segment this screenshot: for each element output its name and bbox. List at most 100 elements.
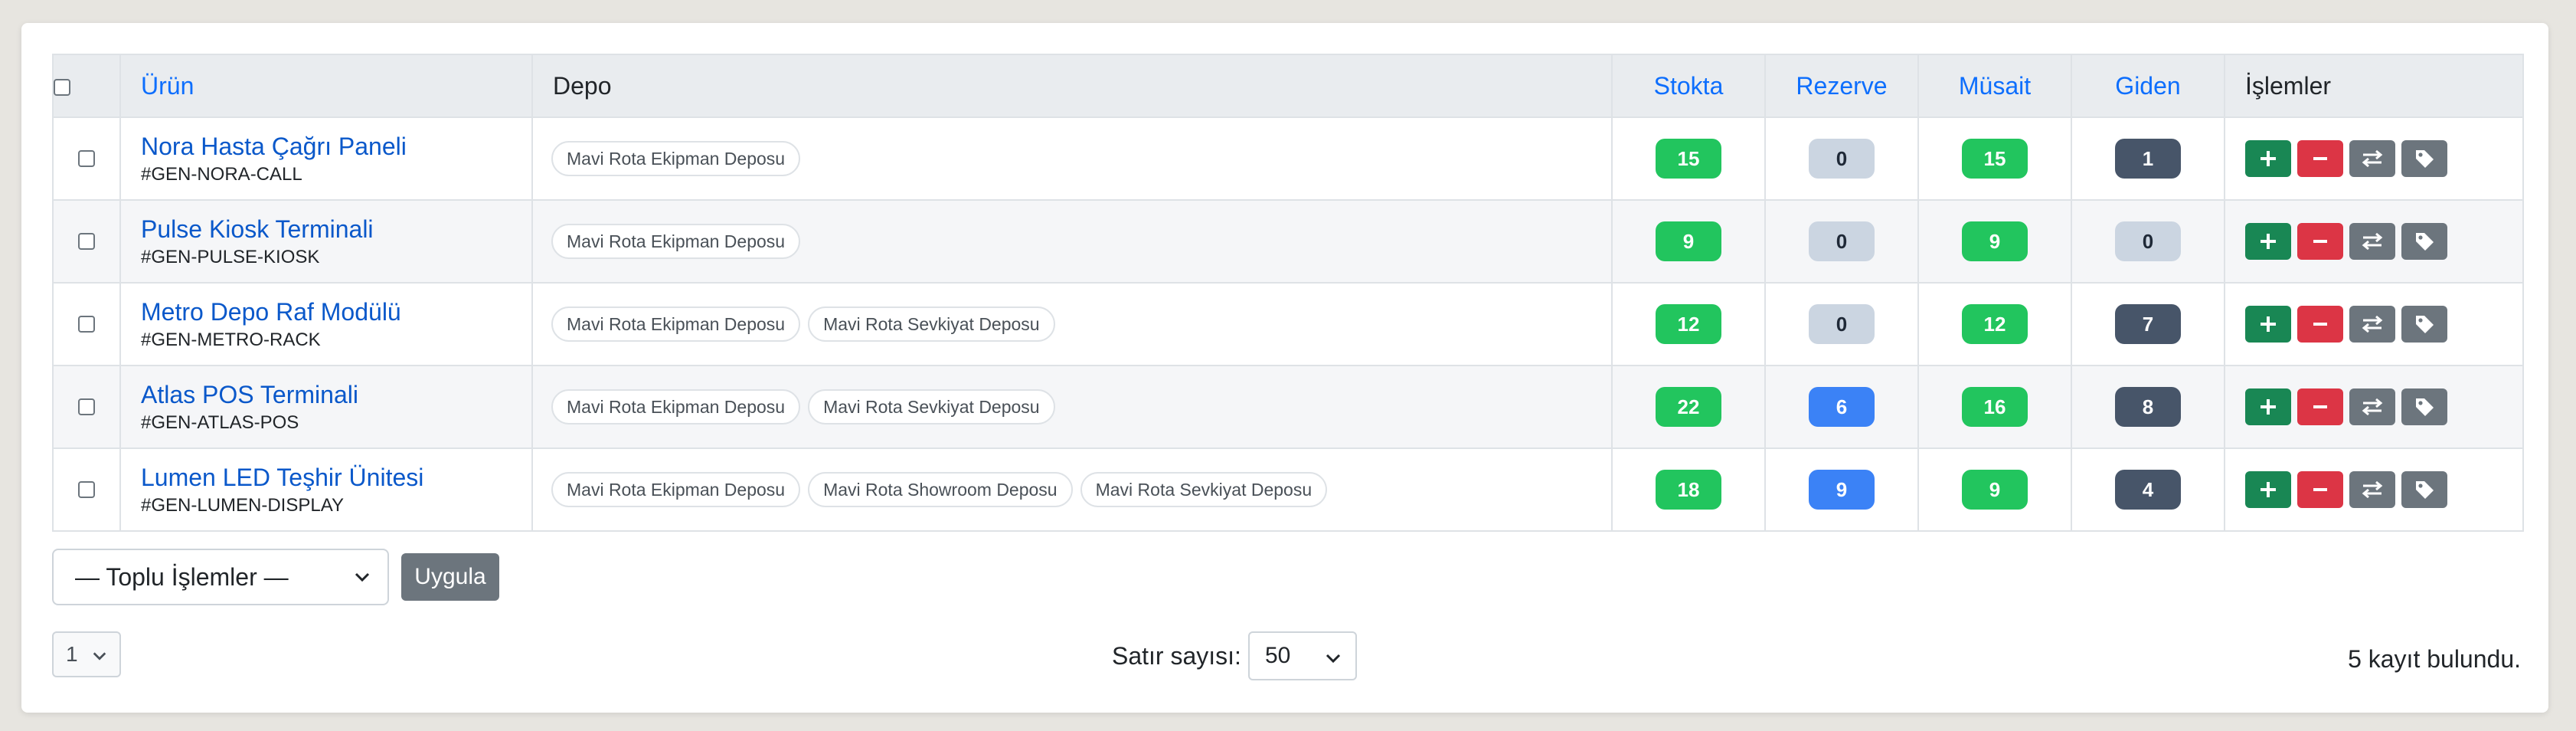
stokta-badge: 9 [1656, 221, 1721, 261]
product-name-link[interactable]: Metro Depo Raf Modülü [141, 297, 531, 326]
product-name-link[interactable]: Lumen LED Teşhir Ünitesi [141, 463, 531, 492]
musait-cell: 15 [1917, 116, 2072, 201]
stokta-cell: 18 [1611, 447, 1766, 532]
page-select[interactable]: 1 [52, 631, 121, 677]
product-name-link[interactable]: Pulse Kiosk Terminali [141, 215, 531, 244]
row-select-cell [52, 447, 121, 532]
table-row: Metro Depo Raf Modülü #GEN-METRO-RACK Ma… [52, 282, 2524, 366]
stokta-cell: 9 [1611, 199, 1766, 284]
transfer-arrows-icon [2362, 315, 2383, 333]
row-checkbox[interactable] [78, 316, 95, 333]
depot-pill: Mavi Rota Sevkiyat Deposu [1080, 472, 1328, 507]
transfer-arrows-icon [2362, 398, 2383, 416]
depot-pill: Mavi Rota Ekipman Deposu [551, 141, 801, 176]
plus-icon [2261, 399, 2276, 415]
record-count: 5 kayıt bulundu. [2348, 645, 2521, 673]
depot-pill: Mavi Rota Ekipman Deposu [551, 472, 801, 507]
musait-badge: 16 [1962, 387, 2028, 427]
bulk-actions-value: — Toplu İşlemler — [75, 563, 289, 591]
row-checkbox[interactable] [78, 398, 95, 415]
depot-cell: Mavi Rota Ekipman Deposu Mavi Rota Sevkiy… [531, 365, 1613, 449]
actions-cell [2224, 199, 2524, 284]
add-stock-button[interactable] [2245, 471, 2291, 508]
rezerve-cell: 0 [1764, 199, 1919, 284]
remove-stock-button[interactable] [2297, 223, 2343, 260]
depot-cell: Mavi Rota Ekipman Deposu Mavi Rota Showro… [531, 447, 1613, 532]
musait-badge: 9 [1962, 221, 2028, 261]
plus-icon [2261, 151, 2276, 166]
product-name-link[interactable]: Atlas POS Terminali [141, 380, 531, 409]
header-urun[interactable]: Ürün [119, 54, 533, 118]
musait-cell: 9 [1917, 199, 2072, 284]
rezerve-cell: 0 [1764, 282, 1919, 366]
remove-stock-button[interactable] [2297, 388, 2343, 425]
tag-button[interactable] [2401, 223, 2447, 260]
page-value: 1 [66, 642, 78, 666]
product-cell: Lumen LED Teşhir Ünitesi #GEN-LUMEN-DISP… [119, 447, 533, 532]
transfer-stock-button[interactable] [2349, 140, 2395, 177]
giden-cell: 8 [2071, 365, 2225, 449]
rows-per-page-select[interactable]: 50 [1248, 631, 1357, 680]
table-header-row: Ürün Depo Stokta Rezerve Müsait Giden İş… [52, 54, 2524, 118]
giden-cell: 7 [2071, 282, 2225, 366]
product-sku: #GEN-LUMEN-DISPLAY [141, 495, 344, 516]
tag-button[interactable] [2401, 306, 2447, 343]
depot-pill: Mavi Rota Sevkiyat Deposu [808, 306, 1055, 342]
select-all-checkbox[interactable] [54, 79, 70, 97]
tag-button[interactable] [2401, 388, 2447, 425]
giden-cell: 4 [2071, 447, 2225, 532]
remove-stock-button[interactable] [2297, 306, 2343, 343]
row-select-cell [52, 365, 121, 449]
musait-badge: 9 [1962, 470, 2028, 510]
stokta-badge: 12 [1656, 304, 1721, 344]
product-cell: Nora Hasta Çağrı Paneli #GEN-NORA-CALL [119, 116, 533, 201]
minus-icon [2313, 405, 2327, 408]
header-musait[interactable]: Müsait [1917, 54, 2072, 118]
actions-cell [2224, 447, 2524, 532]
rezerve-cell: 6 [1764, 365, 1919, 449]
product-cell: Pulse Kiosk Terminali #GEN-PULSE-KIOSK [119, 199, 533, 284]
tag-button[interactable] [2401, 140, 2447, 177]
transfer-stock-button[interactable] [2349, 388, 2395, 425]
plus-icon [2261, 234, 2276, 249]
rezerve-cell: 9 [1764, 447, 1919, 532]
add-stock-button[interactable] [2245, 140, 2291, 177]
product-sku: #GEN-ATLAS-POS [141, 412, 299, 433]
row-checkbox[interactable] [78, 481, 95, 498]
table-row: Nora Hasta Çağrı Paneli #GEN-NORA-CALL M… [52, 116, 2524, 201]
transfer-stock-button[interactable] [2349, 471, 2395, 508]
remove-stock-button[interactable] [2297, 140, 2343, 177]
rezerve-badge: 6 [1809, 387, 1875, 427]
header-rezerve[interactable]: Rezerve [1764, 54, 1919, 118]
product-name-link[interactable]: Nora Hasta Çağrı Paneli [141, 132, 531, 161]
giden-badge: 8 [2115, 387, 2181, 427]
plus-icon [2261, 316, 2276, 332]
transfer-stock-button[interactable] [2349, 223, 2395, 260]
row-checkbox[interactable] [78, 233, 95, 250]
row-checkbox[interactable] [78, 150, 95, 167]
add-stock-button[interactable] [2245, 388, 2291, 425]
minus-icon [2313, 157, 2327, 160]
add-stock-button[interactable] [2245, 223, 2291, 260]
tag-icon [2416, 398, 2434, 416]
depot-pill: Mavi Rota Showroom Deposu [808, 472, 1073, 507]
remove-stock-button[interactable] [2297, 471, 2343, 508]
plus-icon [2261, 482, 2276, 497]
table-row: Pulse Kiosk Terminali #GEN-PULSE-KIOSK M… [52, 199, 2524, 284]
musait-badge: 15 [1962, 139, 2028, 179]
tag-button[interactable] [2401, 471, 2447, 508]
row-select-cell [52, 282, 121, 366]
transfer-arrows-icon [2362, 480, 2383, 499]
depot-pill: Mavi Rota Ekipman Deposu [551, 224, 801, 259]
actions-cell [2224, 365, 2524, 449]
musait-cell: 12 [1917, 282, 2072, 366]
transfer-arrows-icon [2362, 149, 2383, 168]
header-giden[interactable]: Giden [2071, 54, 2225, 118]
depot-cell: Mavi Rota Ekipman Deposu Mavi Rota Sevkiy… [531, 282, 1613, 366]
transfer-stock-button[interactable] [2349, 306, 2395, 343]
table-row: Lumen LED Teşhir Ünitesi #GEN-LUMEN-DISP… [52, 447, 2524, 532]
bulk-actions-select[interactable]: — Toplu İşlemler — [52, 549, 389, 605]
header-stokta[interactable]: Stokta [1611, 54, 1766, 118]
add-stock-button[interactable] [2245, 306, 2291, 343]
apply-button[interactable]: Uygula [401, 553, 499, 601]
